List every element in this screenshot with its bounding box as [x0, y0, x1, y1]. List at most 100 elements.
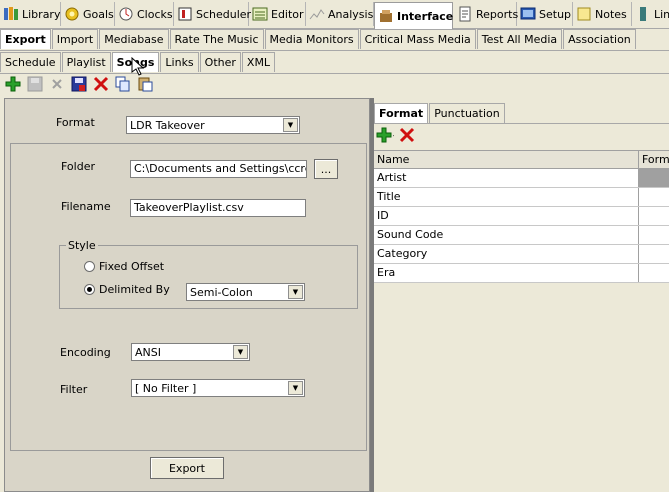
filter-label: Filter: [60, 383, 88, 396]
field-name-cell[interactable]: Sound Code: [374, 226, 639, 244]
notes-icon: [576, 6, 592, 22]
module-tab-notes[interactable]: Notes: [573, 2, 632, 26]
filename-field[interactable]: TakeoverPlaylist.csv: [130, 199, 306, 217]
module-tab-scheduler[interactable]: Scheduler: [174, 2, 252, 26]
chevron-down-icon: ▼: [283, 118, 298, 132]
fixed-offset-label: Fixed Offset: [99, 260, 165, 273]
field-name-cell[interactable]: Artist: [374, 169, 639, 187]
delimited-by-label: Delimited By: [99, 283, 170, 296]
module-tab-label: Lin: [654, 7, 669, 21]
filter-select-value: [ No Filter ]: [135, 381, 197, 395]
tab-media-monitors[interactable]: Media Monitors: [264, 29, 359, 49]
style-group-label: Style: [66, 239, 98, 252]
table-row[interactable]: Category: [374, 245, 669, 264]
table-row[interactable]: ID: [374, 207, 669, 226]
delimiter-select-value: Semi-Colon: [190, 285, 253, 299]
field-name-cell[interactable]: Title: [374, 188, 639, 206]
export-toolbar: [4, 74, 154, 94]
browse-folder-button[interactable]: ...: [314, 159, 338, 179]
interface-tab-bar: Export Import Mediabase Rate The Music M…: [0, 28, 669, 51]
delete-field-icon[interactable]: [398, 126, 416, 144]
module-tab-label: Scheduler: [196, 7, 252, 21]
editor-icon: [252, 6, 268, 22]
module-tab-setup[interactable]: Setup: [517, 2, 573, 26]
goals-icon: [64, 6, 80, 22]
module-tab-label: Clocks: [137, 7, 173, 21]
table-row[interactable]: Title: [374, 188, 669, 207]
field-name-cell[interactable]: Era: [374, 264, 639, 282]
save-icon[interactable]: [26, 75, 44, 93]
fixed-offset-radio[interactable]: [84, 261, 95, 272]
save-as-icon[interactable]: [70, 75, 88, 93]
tab-rate-the-music[interactable]: Rate The Music: [169, 29, 264, 49]
module-tab-editor[interactable]: Editor: [249, 2, 306, 26]
field-name-cell[interactable]: Category: [374, 245, 639, 263]
encoding-label: Encoding: [60, 346, 111, 359]
tab-test-all-media[interactable]: Test All Media: [476, 29, 563, 49]
field-format-cell[interactable]: [639, 169, 669, 187]
field-format-cell[interactable]: [639, 245, 669, 263]
module-tab-label: Notes: [595, 7, 627, 21]
setup-icon: [520, 6, 536, 22]
tab-import[interactable]: Import: [51, 29, 99, 49]
tab-other[interactable]: Other: [199, 52, 241, 72]
tab-association[interactable]: Association: [563, 29, 636, 49]
field-format-cell[interactable]: [639, 264, 669, 282]
delete-icon[interactable]: [92, 75, 110, 93]
delimited-by-radio[interactable]: [84, 284, 95, 295]
export-tab-bar: Schedule Playlist Songs Links Other XML: [0, 51, 669, 74]
module-tab-label: Analysis: [328, 7, 374, 21]
export-button[interactable]: Export: [150, 457, 224, 479]
table-row[interactable]: Era: [374, 264, 669, 283]
field-format-cell[interactable]: [639, 188, 669, 206]
reports-icon: [457, 6, 473, 22]
tab-playlist[interactable]: Playlist: [61, 52, 111, 72]
tab-mediabase[interactable]: Mediabase: [99, 29, 169, 49]
clocks-icon: [118, 6, 134, 22]
table-row[interactable]: Artist: [374, 169, 669, 188]
tab-xml[interactable]: XML: [241, 52, 276, 72]
table-row[interactable]: Sound Code: [374, 226, 669, 245]
module-tab-goals[interactable]: Goals: [61, 2, 115, 26]
tab-critical-mass-media[interactable]: Critical Mass Media: [359, 29, 476, 49]
add-icon[interactable]: [4, 75, 22, 93]
close-icon[interactable]: [48, 75, 66, 93]
delimiter-select[interactable]: Semi-Colon ▼: [186, 283, 305, 301]
filename-label: Filename: [61, 200, 111, 213]
module-tab-analysis[interactable]: Analysis: [306, 2, 374, 26]
format-select-value: LDR Takeover: [130, 118, 205, 132]
scheduler-icon: [177, 6, 193, 22]
column-header-name[interactable]: Name: [374, 151, 639, 168]
library-icon: [3, 6, 19, 22]
field-format-cell[interactable]: [639, 207, 669, 225]
links-icon: [635, 6, 651, 22]
module-tab-reports[interactable]: Reports: [454, 2, 518, 26]
tab-links[interactable]: Links: [160, 52, 199, 72]
module-tab-label: Setup: [539, 7, 572, 21]
folder-label: Folder: [61, 160, 95, 173]
filter-select[interactable]: [ No Filter ] ▼: [131, 379, 305, 397]
copy-icon[interactable]: [114, 75, 132, 93]
tab-format[interactable]: Format: [374, 103, 429, 123]
interface-icon: [378, 8, 394, 24]
add-field-icon[interactable]: [376, 126, 394, 144]
chevron-down-icon: ▼: [288, 381, 303, 395]
format-label: Format: [56, 116, 95, 129]
chevron-down-icon: ▼: [233, 345, 248, 359]
module-tab-label: Goals: [83, 7, 114, 21]
tab-schedule[interactable]: Schedule: [0, 52, 61, 72]
encoding-select[interactable]: ANSI ▼: [131, 343, 250, 361]
field-name-cell[interactable]: ID: [374, 207, 639, 225]
paste-icon[interactable]: [136, 75, 154, 93]
tab-punctuation[interactable]: Punctuation: [429, 103, 505, 123]
module-tab-library[interactable]: Library: [0, 2, 61, 26]
module-tab-links[interactable]: Lin: [632, 2, 669, 26]
field-format-cell[interactable]: [639, 226, 669, 244]
tab-export[interactable]: Export: [0, 29, 51, 49]
module-tab-clocks[interactable]: Clocks: [115, 2, 174, 26]
module-tab-interface[interactable]: Interface: [374, 2, 453, 29]
column-header-format[interactable]: Forma: [639, 151, 669, 168]
format-select[interactable]: LDR Takeover ▼: [126, 116, 300, 134]
module-tab-label: Editor: [271, 7, 304, 21]
folder-field[interactable]: C:\Documents and Settings\ccrcle1j: [130, 160, 307, 178]
